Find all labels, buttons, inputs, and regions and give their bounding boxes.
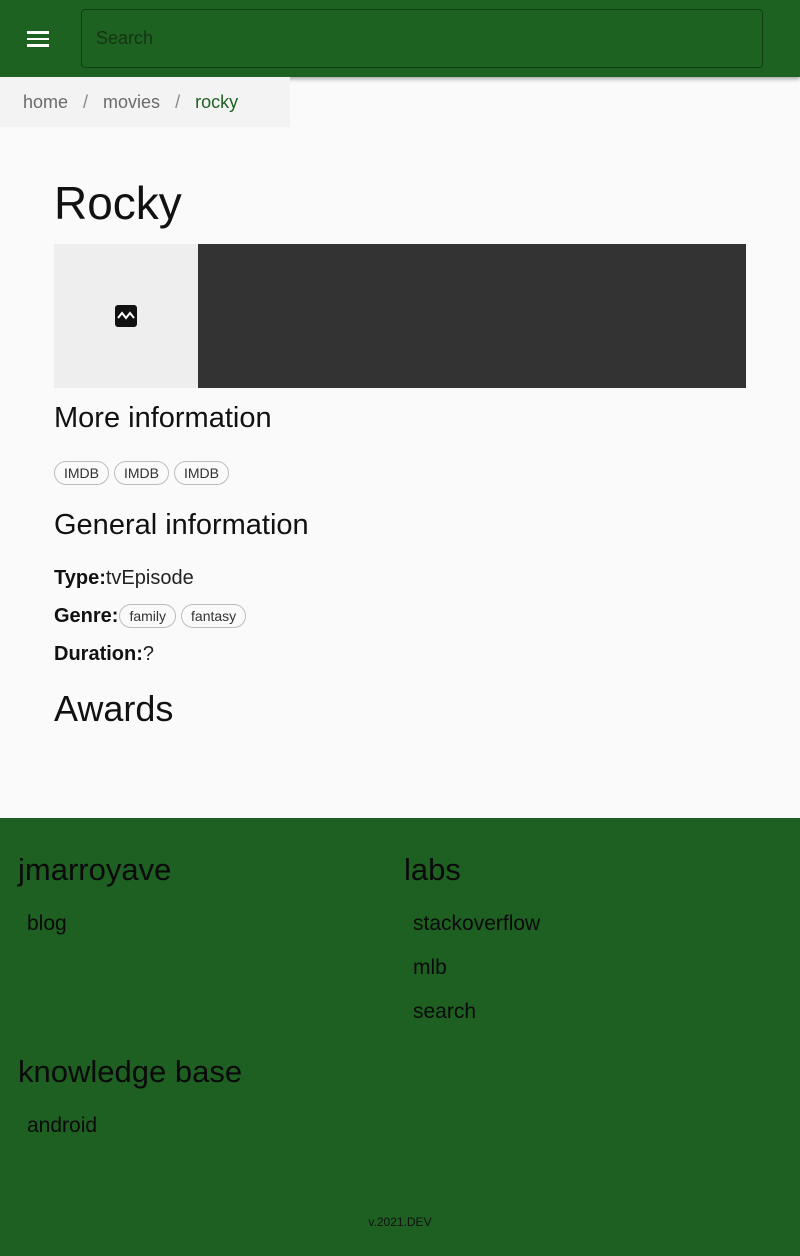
genre-chips: family fantasy: [119, 604, 247, 628]
footer-link-android[interactable]: android: [27, 1114, 97, 1138]
media-banner: [54, 244, 746, 388]
genre-row: Genre: family fantasy: [54, 604, 247, 628]
version-label: v.2021.DEV: [368, 1215, 432, 1229]
type-row: Type: tvEpisode: [54, 567, 194, 590]
footer-section-title: labs: [404, 852, 461, 887]
breadcrumb-home[interactable]: home: [23, 92, 68, 113]
imdb-link-chip[interactable]: IMDB: [54, 461, 109, 485]
imdb-links: IMDB IMDB IMDB: [54, 461, 229, 485]
breadcrumb-current: rocky: [195, 91, 239, 112]
type-label: Type:: [54, 567, 106, 589]
breadcrumb: home / movies / rocky: [0, 77, 290, 127]
duration-row: Duration: ?: [54, 643, 154, 666]
genre-chip[interactable]: family: [119, 604, 177, 628]
search-input[interactable]: [81, 9, 763, 68]
duration-value: ?: [142, 643, 155, 665]
page-title: Rocky: [54, 177, 182, 229]
main-content: Rocky More information IMDB IMDB IMDB Ge…: [0, 127, 800, 818]
awards-heading: Awards: [54, 688, 174, 729]
breadcrumb-separator: /: [83, 91, 89, 112]
poster-thumbnail: [54, 244, 198, 388]
footer-section-title: knowledge base: [18, 1054, 243, 1089]
genre-chip[interactable]: fantasy: [181, 604, 247, 628]
hamburger-menu-icon[interactable]: [22, 24, 54, 54]
footer-link-stackoverflow[interactable]: stackoverflow: [413, 912, 540, 936]
app-bar: [0, 0, 800, 77]
footer: jmarroyave blog labs stackoverflow mlb s…: [0, 818, 800, 1256]
breadcrumb-movies[interactable]: movies: [103, 92, 160, 113]
breadcrumb-separator: /: [175, 91, 181, 112]
footer-link-blog[interactable]: blog: [27, 912, 67, 936]
type-value: tvEpisode: [105, 567, 194, 589]
more-information-heading: More information: [54, 402, 272, 434]
duration-label: Duration:: [54, 643, 143, 665]
footer-link-search[interactable]: search: [413, 1000, 476, 1024]
genre-label: Genre:: [54, 604, 119, 627]
imdb-link-chip[interactable]: IMDB: [114, 461, 169, 485]
imdb-link-chip[interactable]: IMDB: [174, 461, 229, 485]
general-information-heading: General information: [54, 509, 309, 541]
footer-link-mlb[interactable]: mlb: [413, 956, 447, 980]
broken-image-icon: [115, 305, 137, 327]
footer-section-title: jmarroyave: [18, 852, 172, 887]
